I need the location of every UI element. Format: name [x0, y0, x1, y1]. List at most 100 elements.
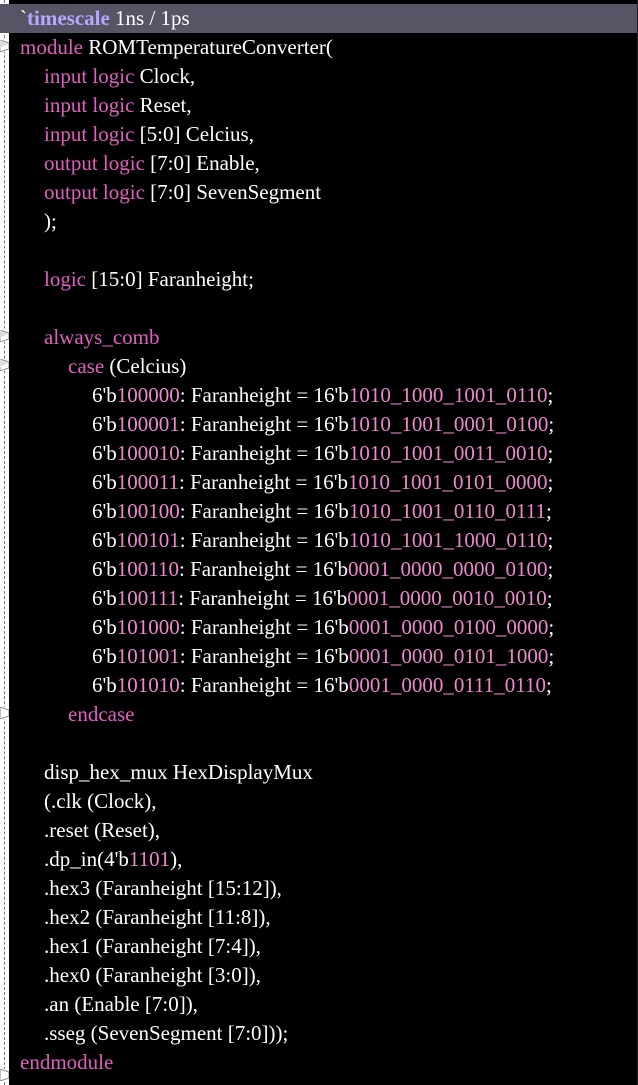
code-line-13[interactable]: case (Celcius) — [20, 352, 638, 381]
fold-marker-icon[interactable] — [0, 359, 9, 371]
keyword: module — [20, 35, 83, 59]
code-area[interactable]: `timescale 1ns / 1ps module ROMTemperatu… — [0, 4, 638, 1077]
case-row[interactable]: 6'b100101: Faranheight = 16'b1010_1001_1… — [20, 526, 638, 555]
case-value: 1010_1001_1000_0110 — [348, 528, 548, 552]
keyword: output logic — [44, 180, 145, 204]
code-line-10[interactable]: logic [15:0] Faranheight; — [20, 265, 638, 294]
code-text: .hex2 (Faranheight [11:8]), — [44, 905, 271, 929]
code-line-7[interactable]: output logic [7:0] SevenSegment — [20, 178, 638, 207]
code-line-29[interactable]: .reset (Reset), — [20, 816, 638, 845]
code-line-9[interactable] — [20, 236, 638, 265]
code-text: .an (Enable [7:0]), — [44, 992, 198, 1016]
case-prefix: 6'b — [92, 615, 117, 639]
fold-marker-icon[interactable] — [0, 40, 9, 52]
code-line-37[interactable]: endmodule — [20, 1048, 638, 1077]
code-line-33[interactable]: .hex1 (Faranheight [7:4]), — [20, 932, 638, 961]
case-row[interactable]: 6'b100100: Faranheight = 16'b1010_1001_0… — [20, 497, 638, 526]
case-end: ; — [547, 528, 554, 552]
case-assign: : Faranheight = 16'b — [179, 644, 349, 668]
case-end: ; — [548, 615, 555, 639]
case-row[interactable]: 6'b100000: Faranheight = 16'b1010_1000_1… — [20, 381, 638, 410]
case-prefix: 6'b — [92, 673, 117, 697]
code-text: ), — [170, 847, 183, 871]
code-line-30[interactable]: .dp_in(4'b1101), — [20, 845, 638, 874]
number-literal: 1101 — [128, 847, 171, 871]
code-line-25[interactable]: endcase — [20, 700, 638, 729]
code-text: ); — [44, 209, 57, 233]
case-selector: 100011 — [116, 470, 180, 494]
code-line-12[interactable]: always_comb — [20, 323, 638, 352]
code-line-35[interactable]: .an (Enable [7:0]), — [20, 990, 638, 1019]
case-end: ; — [545, 499, 552, 523]
case-end: ; — [548, 644, 555, 668]
case-assign: : Faranheight = 16'b — [179, 557, 349, 581]
keyword: always_comb — [44, 325, 160, 349]
code-line-5[interactable]: input logic [5:0] Celcius, — [20, 120, 638, 149]
code-text: (Celcius) — [104, 354, 187, 378]
code-text: [7:0] Enable, — [144, 151, 260, 175]
fold-marker-icon[interactable] — [0, 707, 9, 719]
keyword: input logic — [44, 64, 135, 88]
case-end: ; — [545, 673, 552, 697]
code-line-4[interactable]: input logic Reset, — [20, 91, 638, 120]
keyword: endmodule — [20, 1050, 114, 1074]
code-text: .hex1 (Faranheight [7:4]), — [44, 934, 261, 958]
keyword: endcase — [68, 702, 135, 726]
case-prefix: 6'b — [92, 499, 117, 523]
case-end: ; — [548, 412, 555, 436]
case-value: 0001_0000_0010_0010 — [347, 586, 547, 610]
case-value: 0001_0000_0100_0000 — [348, 615, 549, 639]
code-line-11[interactable] — [20, 294, 638, 323]
case-end: ; — [547, 441, 554, 465]
fold-marker-icon[interactable] — [0, 1069, 9, 1081]
case-row[interactable]: 6'b100111: Faranheight = 16'b0001_0000_0… — [20, 584, 638, 613]
case-selector: 101000 — [116, 615, 180, 639]
case-row[interactable]: 6'b101001: Faranheight = 16'b0001_0000_0… — [20, 642, 638, 671]
case-row[interactable]: 6'b101000: Faranheight = 16'b0001_0000_0… — [20, 613, 638, 642]
code-text: (.clk (Clock), — [44, 789, 157, 813]
editor-gutter — [0, 0, 9, 1085]
code-text: [7:0] SevenSegment — [144, 180, 322, 204]
case-selector: 101001 — [116, 644, 180, 668]
case-prefix: 6'b — [92, 383, 117, 407]
keyword: input logic — [44, 93, 135, 117]
code-line-26[interactable] — [20, 729, 638, 758]
case-row[interactable]: 6'b100110: Faranheight = 16'b0001_0000_0… — [20, 555, 638, 584]
code-editor[interactable]: `timescale 1ns / 1ps module ROMTemperatu… — [0, 0, 638, 1085]
keyword: input logic — [44, 122, 135, 146]
code-text: disp_hex_mux HexDisplayMux — [44, 760, 313, 784]
case-assign: : Faranheight = 16'b — [179, 470, 349, 494]
case-assign: : Faranheight = 16'b — [179, 528, 349, 552]
case-value: 1010_1000_1001_0110 — [348, 383, 548, 407]
case-row[interactable]: 6'b100011: Faranheight = 16'b1010_1001_0… — [20, 468, 638, 497]
code-line-2[interactable]: module ROMTemperatureConverter( — [20, 33, 638, 62]
fold-guide-line — [4, 0, 5, 1085]
code-text: .sseg (SevenSegment [7:0])); — [44, 1021, 289, 1045]
case-value: 1010_1001_0110_0111 — [348, 499, 546, 523]
case-row[interactable]: 6'b100001: Faranheight = 16'b1010_1001_0… — [20, 410, 638, 439]
code-line-32[interactable]: .hex2 (Faranheight [11:8]), — [20, 903, 638, 932]
keyword: logic — [44, 267, 86, 291]
code-line-1[interactable]: `timescale 1ns / 1ps — [0, 4, 638, 33]
case-value: 1010_1001_0001_0100 — [348, 412, 549, 436]
code-line-31[interactable]: .hex3 (Faranheight [15:12]), — [20, 874, 638, 903]
code-line-34[interactable]: .hex0 (Faranheight [3:0]), — [20, 961, 638, 990]
case-prefix: 6'b — [92, 644, 117, 668]
code-line-27[interactable]: disp_hex_mux HexDisplayMux — [20, 758, 638, 787]
backtick: ` — [20, 6, 27, 30]
case-assign: : Faranheight = 16'b — [179, 499, 349, 523]
case-assign: : Faranheight = 16'b — [178, 586, 348, 610]
code-line-3[interactable]: input logic Clock, — [20, 62, 638, 91]
case-end: ; — [546, 586, 553, 610]
code-line-8[interactable]: ); — [20, 207, 638, 236]
code-text: 1ns / 1ps — [109, 6, 190, 30]
keyword: case — [68, 354, 105, 378]
code-line-28[interactable]: (.clk (Clock), — [20, 787, 638, 816]
case-row[interactable]: 6'b100010: Faranheight = 16'b1010_1001_0… — [20, 439, 638, 468]
case-selector: 100000 — [116, 383, 180, 407]
fold-marker-icon[interactable] — [0, 330, 9, 342]
directive-keyword: timescale — [27, 6, 110, 30]
code-line-36[interactable]: .sseg (SevenSegment [7:0])); — [20, 1019, 638, 1048]
case-row[interactable]: 6'b101010: Faranheight = 16'b0001_0000_0… — [20, 671, 638, 700]
code-line-6[interactable]: output logic [7:0] Enable, — [20, 149, 638, 178]
